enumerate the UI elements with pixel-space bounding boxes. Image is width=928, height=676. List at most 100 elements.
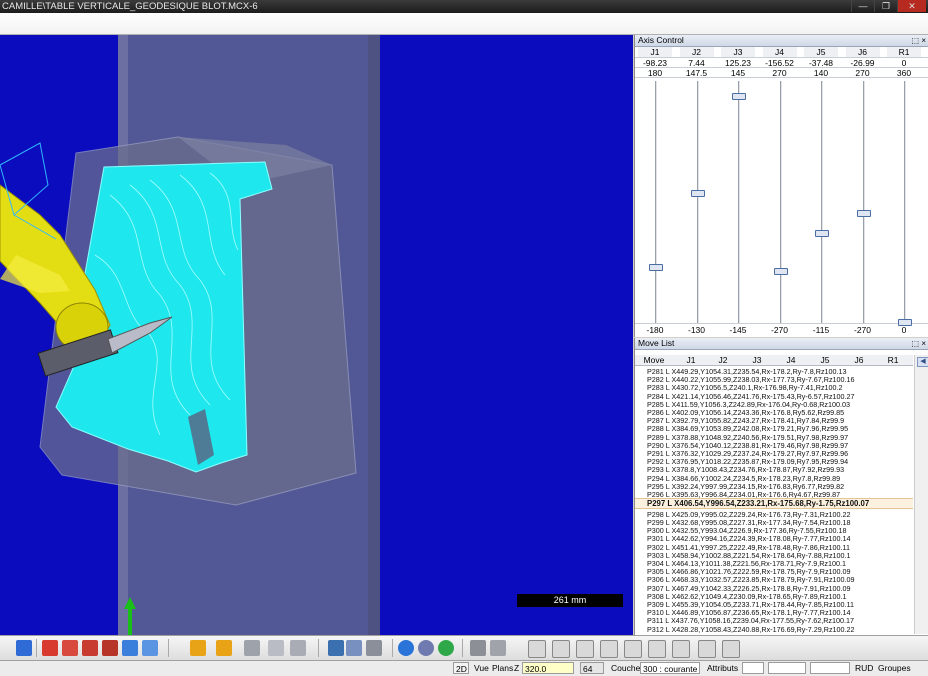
status-bar: 2D Vue Plans Z 320.0 64 Couche 300 : cou… bbox=[0, 660, 928, 676]
sphere-icon[interactable] bbox=[418, 640, 434, 656]
move-column-j1[interactable]: J1 bbox=[675, 355, 707, 365]
move-column-j6[interactable]: J6 bbox=[843, 355, 875, 365]
axis-min-value: -270 bbox=[770, 325, 788, 335]
line-width-select[interactable] bbox=[810, 662, 850, 674]
axis-slider-thumb[interactable] bbox=[690, 190, 705, 198]
move-column-move[interactable]: Move bbox=[639, 355, 669, 365]
layer-number-field[interactable]: 64 bbox=[580, 662, 604, 674]
axis-slider-thumb[interactable] bbox=[732, 93, 746, 101]
bottom-toolbar bbox=[0, 635, 928, 661]
move-row-selected[interactable]: P297 L X406.54,Y996.54,Z233.21,Rx-175.68… bbox=[635, 498, 913, 510]
axis-row-divider bbox=[635, 57, 928, 58]
axis-slider-thumb[interactable] bbox=[856, 210, 871, 218]
ribbon-strip bbox=[0, 13, 928, 35]
layer-icon[interactable] bbox=[346, 640, 362, 656]
scene-3d bbox=[0, 35, 380, 635]
axis-min-value: -130 bbox=[687, 325, 705, 335]
offset-icon[interactable] bbox=[576, 640, 594, 658]
scroll-arrow-icon[interactable]: ◀ bbox=[917, 357, 928, 367]
move-list-scrollbar[interactable]: ◀ bbox=[914, 355, 928, 634]
break-icon[interactable] bbox=[648, 640, 666, 658]
color-icon[interactable] bbox=[438, 640, 454, 656]
minimize-icon[interactable]: — bbox=[851, 0, 874, 12]
mode-2d-button[interactable]: 2D bbox=[453, 662, 469, 674]
attributs-button[interactable]: Attributs bbox=[707, 661, 738, 675]
axis-slider-track[interactable] bbox=[655, 81, 657, 323]
axis-slider-track[interactable] bbox=[779, 81, 782, 323]
axis-slider-thumb[interactable] bbox=[649, 264, 663, 272]
vue-button[interactable]: Vue bbox=[474, 661, 489, 675]
z-value-field[interactable]: 320.0 bbox=[522, 662, 574, 674]
wire-icon[interactable] bbox=[290, 640, 306, 656]
move-column-j2[interactable]: J2 bbox=[707, 355, 739, 365]
axis-slider-track[interactable] bbox=[904, 81, 906, 323]
cube-iso-icon[interactable] bbox=[102, 640, 118, 656]
rud-button[interactable]: RUD bbox=[855, 661, 873, 675]
move-list[interactable]: P281 L X449.29,Y1054.31,Z235.54,Rx-178.2… bbox=[635, 366, 913, 634]
rotate-icon[interactable] bbox=[216, 640, 232, 656]
axis-control-title: Axis Control bbox=[638, 35, 684, 45]
axis-row-divider bbox=[635, 67, 928, 68]
plans-button[interactable]: Plans bbox=[492, 661, 513, 675]
move-column-j5[interactable]: J5 bbox=[809, 355, 841, 365]
groupes-button[interactable]: Groupes bbox=[878, 661, 911, 675]
solid-icon[interactable] bbox=[470, 640, 486, 656]
axis-column-j6: J6 -26.99 270 bbox=[845, 47, 880, 78]
panel-pin-close-icon[interactable]: ⬚ × bbox=[912, 35, 926, 46]
restore-icon[interactable]: ❐ bbox=[874, 0, 897, 12]
surface-icon[interactable] bbox=[490, 640, 506, 656]
fillet-icon[interactable] bbox=[552, 640, 570, 658]
axis-control-header: Axis Control ⬚ × bbox=[635, 35, 928, 47]
panel-pin-close-icon[interactable]: ⬚ × bbox=[912, 338, 926, 349]
globe-icon[interactable] bbox=[398, 640, 414, 656]
line-style-select[interactable] bbox=[768, 662, 806, 674]
point-style-select[interactable] bbox=[742, 662, 764, 674]
axis-control-panel: Axis Control ⬚ × J1 -98.23 180 J2 7.44 147.5 J… bbox=[634, 35, 928, 337]
axis-slider-thumb[interactable] bbox=[773, 268, 788, 276]
view-fit-icon[interactable] bbox=[16, 640, 32, 656]
axis-slider-track[interactable] bbox=[696, 81, 699, 323]
cube-left-icon[interactable] bbox=[122, 640, 138, 656]
shade-icon[interactable] bbox=[268, 640, 284, 656]
render-icon[interactable] bbox=[244, 640, 260, 656]
grid-icon[interactable] bbox=[328, 640, 344, 656]
move-column-j4[interactable]: J4 bbox=[775, 355, 807, 365]
plane-icon[interactable] bbox=[190, 640, 206, 656]
axis-slider-track[interactable] bbox=[821, 81, 823, 323]
axis-min-value: 0 bbox=[901, 325, 907, 335]
cube-right-icon[interactable] bbox=[82, 640, 98, 656]
axis-row-divider bbox=[635, 77, 928, 78]
cube-back-icon[interactable] bbox=[142, 640, 158, 656]
couche-value-field[interactable]: 300 : courante bbox=[640, 662, 700, 674]
couche-button[interactable]: Couche bbox=[611, 661, 640, 675]
join-icon[interactable] bbox=[672, 640, 690, 658]
title-bar: CAMILLE\TABLE VERTICALE_GEODESIQUE BLOT.… bbox=[0, 0, 928, 13]
gear-icon[interactable] bbox=[366, 640, 382, 656]
scale-bar: 261 mm bbox=[517, 594, 623, 607]
axis-column-r1: R1 0 360 bbox=[887, 47, 921, 78]
axis-column-j2: J2 7.44 147.5 bbox=[679, 47, 714, 78]
move-column-j3[interactable]: J3 bbox=[741, 355, 773, 365]
graphics-viewport[interactable]: 261 mm bbox=[0, 35, 633, 635]
axis-slider-track[interactable] bbox=[738, 81, 740, 323]
xform-icon[interactable] bbox=[722, 640, 740, 658]
move-row[interactable]: P312 L X428.28,Y1058.43,Z240.88,Rx-176.6… bbox=[635, 625, 913, 634]
modify-icon[interactable] bbox=[698, 640, 716, 658]
axis-column-j4: J4 -156.52 270 bbox=[762, 47, 797, 78]
move-list-title: Move List bbox=[638, 338, 675, 348]
cube-top-icon[interactable] bbox=[62, 640, 78, 656]
axis-min-value: -145 bbox=[729, 325, 747, 335]
origin-axis bbox=[128, 607, 132, 635]
curve-icon[interactable] bbox=[528, 640, 546, 658]
move-column-r1[interactable]: R1 bbox=[877, 355, 909, 365]
move-list-header: Move List ⬚ × bbox=[635, 338, 928, 350]
close-icon[interactable]: ✕ bbox=[897, 0, 926, 12]
axis-slider-thumb[interactable] bbox=[815, 230, 829, 238]
z-label: Z bbox=[514, 663, 520, 673]
axis-slider-track[interactable] bbox=[862, 81, 865, 323]
cube-front-icon[interactable] bbox=[42, 640, 58, 656]
axis-column-j5: J5 -37.48 140 bbox=[804, 47, 838, 78]
trim-icon[interactable] bbox=[600, 640, 618, 658]
extend-icon[interactable] bbox=[624, 640, 642, 658]
axis-column-j3: J3 125.23 145 bbox=[721, 47, 755, 78]
